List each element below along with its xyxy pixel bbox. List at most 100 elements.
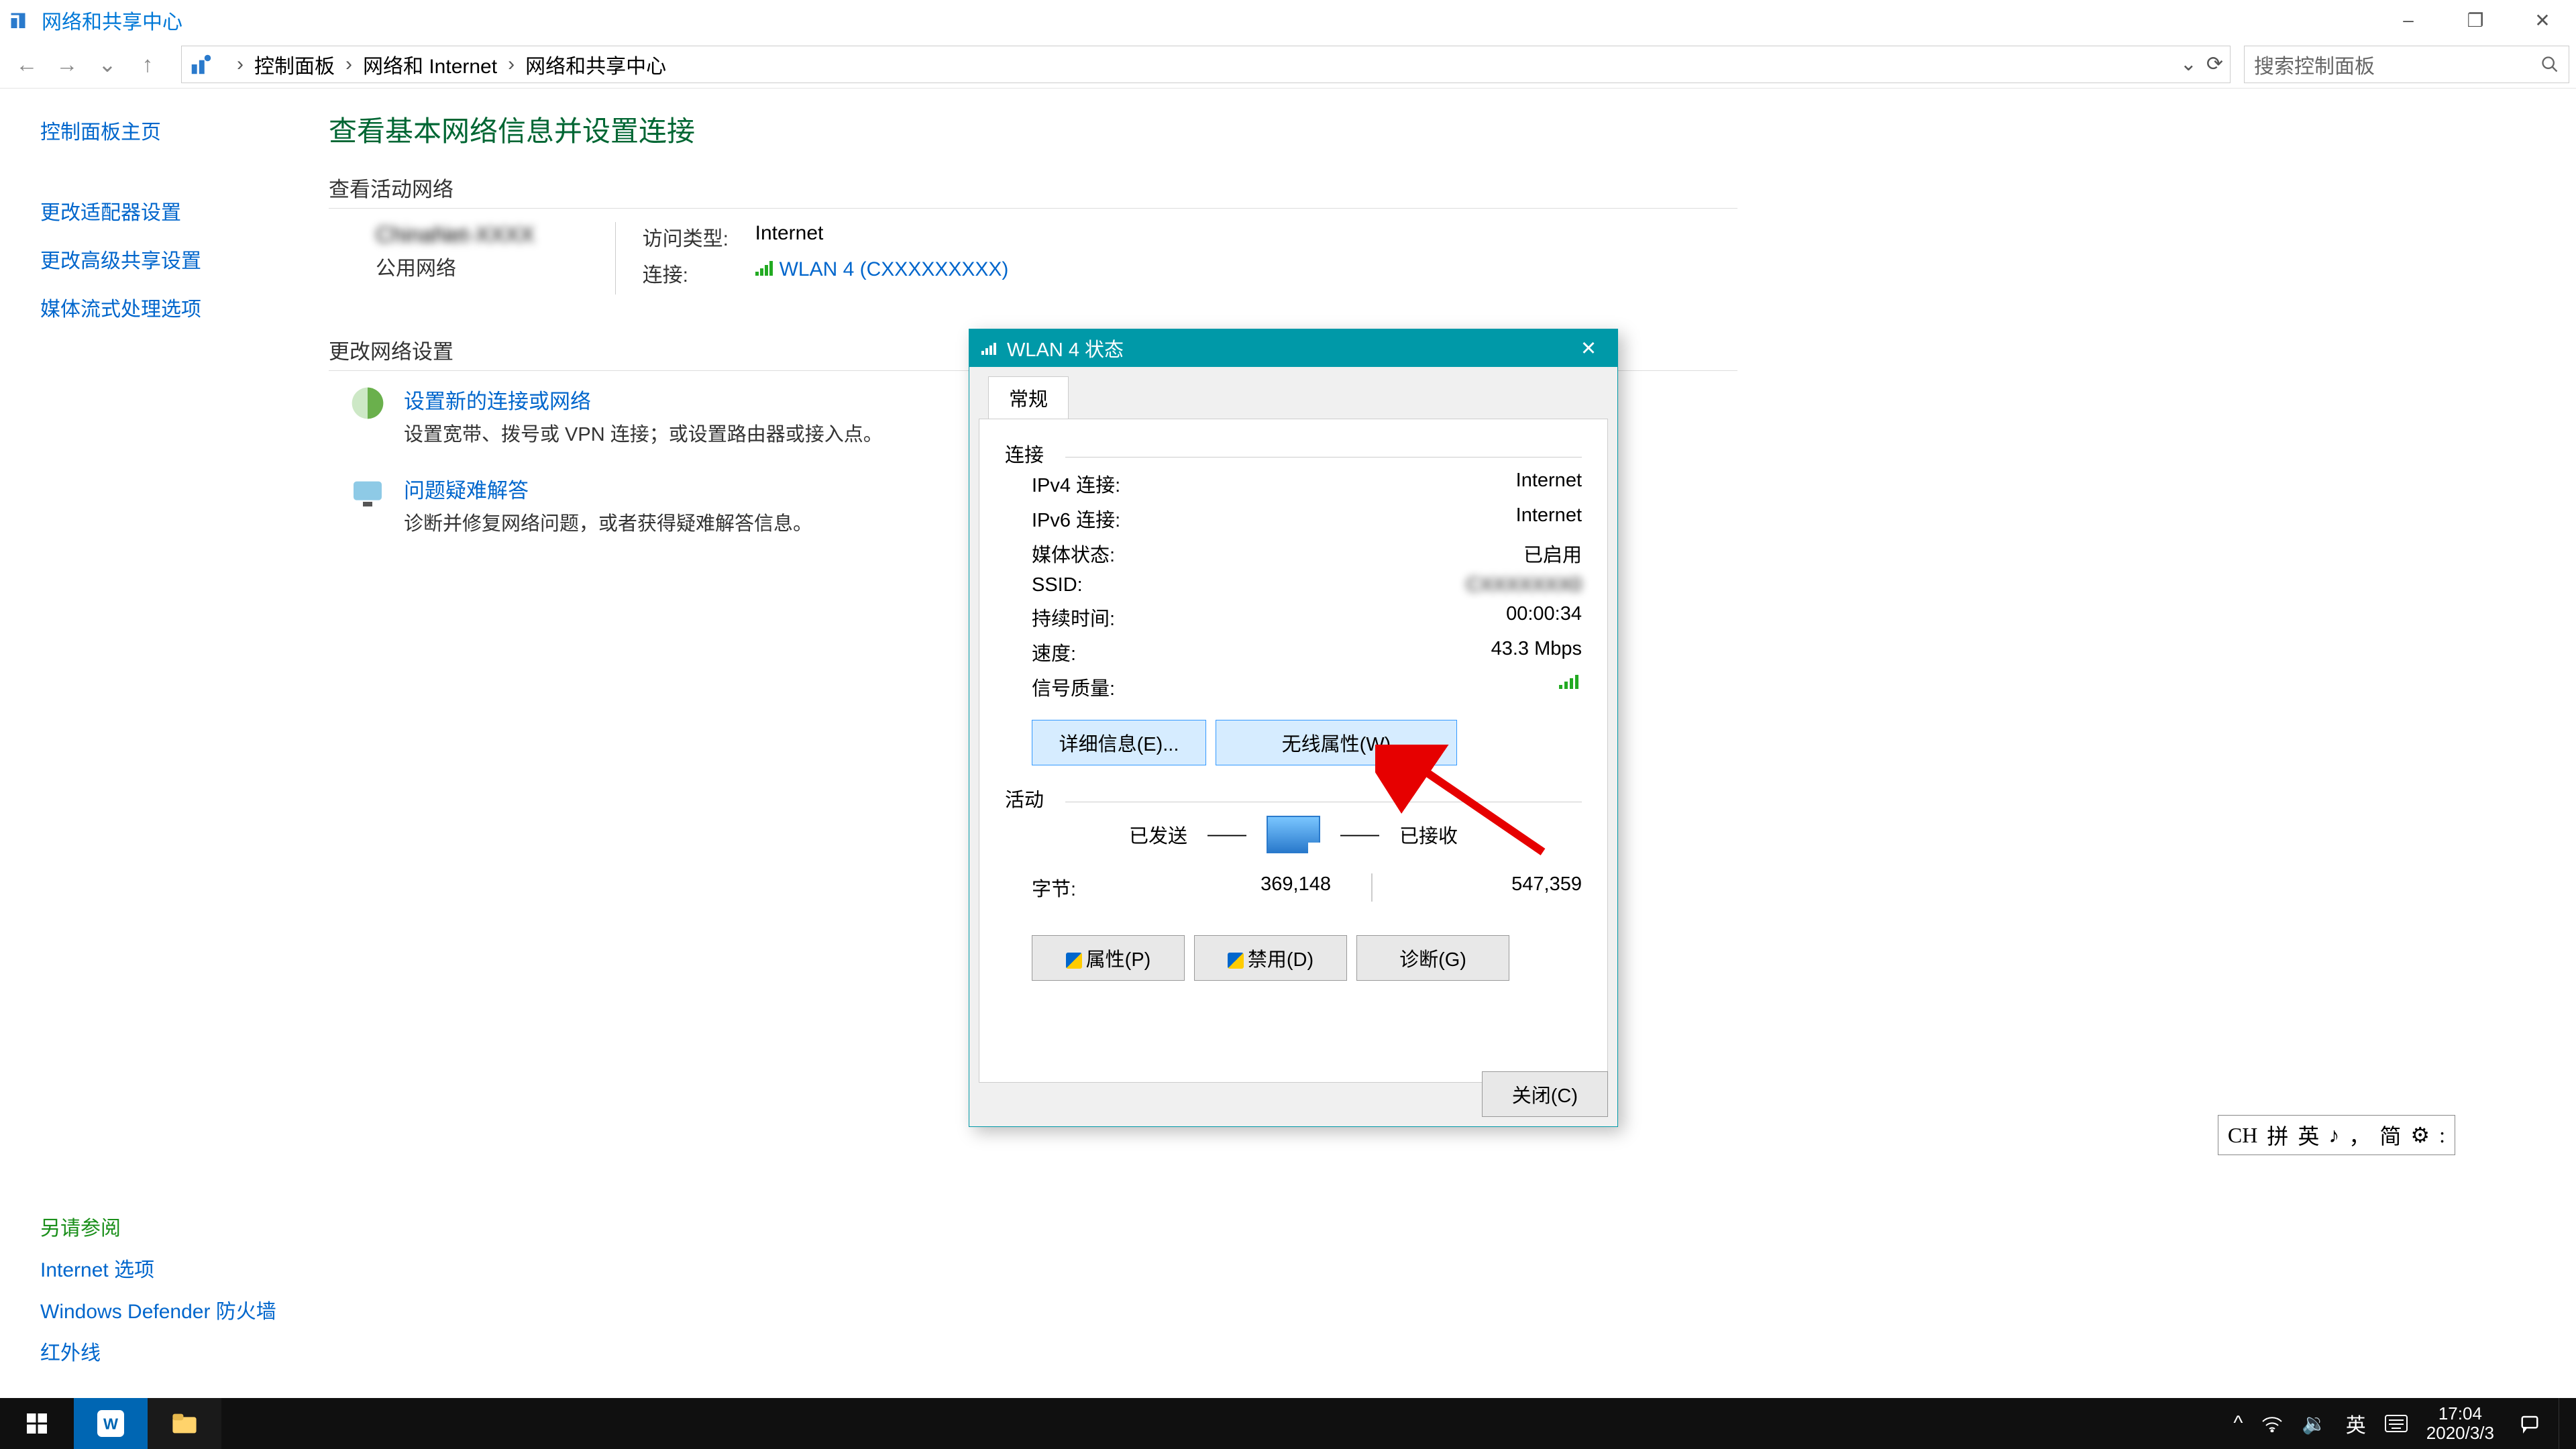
bytes-sent-value: 369,148 bbox=[1162, 873, 1331, 902]
bytes-recv-value: 547,359 bbox=[1413, 873, 1582, 902]
taskbar-clock[interactable]: 17:04 2020/3/3 bbox=[2426, 1404, 2494, 1442]
wireless-properties-button[interactable]: 无线属性(W) bbox=[1216, 720, 1457, 765]
breadcrumb-network-sharing[interactable]: 网络和共享中心 bbox=[525, 50, 666, 79]
connection-link[interactable]: WLAN 4 (CXXXXXXXXX) bbox=[780, 258, 1009, 280]
access-type-label: 访问类型: bbox=[643, 222, 737, 252]
dialog-titlebar[interactable]: WLAN 4 状态 ✕ bbox=[969, 329, 1617, 367]
tray-volume-icon[interactable]: 🔉 bbox=[2302, 1412, 2326, 1436]
wlan-status-dialog: WLAN 4 状态 ✕ 常规 连接 IPv4 连接: Internet IPv6 … bbox=[969, 329, 1618, 1127]
network-type: 公用网络 bbox=[376, 252, 535, 281]
sidebar-item-adapter-settings[interactable]: 更改适配器设置 bbox=[40, 196, 288, 225]
activity-group-label: 活动 bbox=[1005, 784, 1582, 812]
ime-item[interactable]: CH bbox=[2228, 1123, 2257, 1148]
close-button[interactable]: ✕ bbox=[2509, 0, 2576, 40]
ime-item[interactable]: 拼 bbox=[2267, 1120, 2288, 1150]
ime-item[interactable]: ， bbox=[2349, 1120, 2370, 1150]
window-title: 网络和共享中心 bbox=[42, 5, 182, 35]
sent-label: 已发送 bbox=[1129, 820, 1187, 849]
connection-label: 连接: bbox=[643, 258, 737, 288]
clock-time: 17:04 bbox=[2426, 1404, 2494, 1424]
start-button[interactable] bbox=[0, 1398, 74, 1449]
access-type-value: Internet bbox=[755, 222, 824, 252]
page-title: 查看基本网络信息并设置连接 bbox=[329, 109, 2536, 150]
sidebar-item-media-streaming[interactable]: 媒体流式处理选项 bbox=[40, 292, 288, 322]
search-placeholder: 搜索控制面板 bbox=[2254, 50, 2375, 79]
chevron-right-icon: › bbox=[508, 53, 515, 76]
connection-group-label: 连接 bbox=[1005, 439, 1582, 468]
tray-wifi-icon[interactable] bbox=[2261, 1415, 2283, 1432]
taskbar: W ^ 🔉 英 17:04 2020/3/3 bbox=[0, 1398, 2576, 1449]
tab-general[interactable]: 常规 bbox=[988, 376, 1069, 419]
chevron-right-icon: › bbox=[345, 53, 352, 76]
see-also-label: 另请参阅 bbox=[40, 1212, 288, 1241]
signal-quality-label: 信号质量: bbox=[1032, 673, 1233, 701]
see-also-infrared[interactable]: 红外线 bbox=[40, 1336, 288, 1366]
show-desktop-button[interactable] bbox=[2559, 1398, 2569, 1449]
signal-quality-icon bbox=[1559, 673, 1582, 701]
new-connection-icon bbox=[349, 384, 386, 422]
maximize-button[interactable]: ❐ bbox=[2442, 0, 2509, 40]
disable-button[interactable]: 禁用(D) bbox=[1194, 935, 1347, 981]
search-icon bbox=[2540, 55, 2559, 74]
recent-locations-dropdown[interactable]: ⌄ bbox=[87, 44, 127, 85]
ime-toolbar[interactable]: CH 拼 英 ♪ ， 简 ⚙ : bbox=[2218, 1115, 2455, 1155]
address-dropdown-icon[interactable]: ⌄ bbox=[2180, 52, 2197, 76]
duration-value: 00:00:34 bbox=[1506, 603, 1582, 631]
troubleshoot-link[interactable]: 问题疑难解答 bbox=[404, 479, 529, 502]
active-networks-label: 查看活动网络 bbox=[329, 172, 1737, 209]
wifi-signal-icon bbox=[981, 341, 999, 355]
ipv4-label: IPv4 连接: bbox=[1032, 470, 1233, 498]
sidebar: 控制面板主页 更改适配器设置 更改高级共享设置 媒体流式处理选项 另请参阅 In… bbox=[0, 89, 288, 1398]
close-dialog-button[interactable]: 关闭(C) bbox=[1482, 1071, 1608, 1117]
clock-date: 2020/3/3 bbox=[2426, 1424, 2494, 1443]
wifi-signal-icon bbox=[755, 261, 775, 276]
taskbar-app-wps[interactable]: W bbox=[74, 1398, 148, 1449]
tray-overflow-icon[interactable]: ^ bbox=[2233, 1412, 2243, 1435]
minimize-button[interactable]: – bbox=[2375, 0, 2442, 40]
bytes-label: 字节: bbox=[1032, 873, 1162, 902]
ime-item[interactable]: 英 bbox=[2298, 1120, 2319, 1150]
notification-icon[interactable] bbox=[2520, 1413, 2540, 1434]
back-button[interactable]: ← bbox=[7, 44, 47, 85]
app-icon bbox=[7, 7, 34, 34]
ime-item[interactable]: : bbox=[2439, 1123, 2445, 1148]
ime-item[interactable]: 简 bbox=[2379, 1120, 2401, 1150]
address-bar[interactable]: › 控制面板 › 网络和 Internet › 网络和共享中心 ⌄ ⟳ bbox=[181, 46, 2231, 83]
ipv4-value: Internet bbox=[1516, 470, 1582, 498]
properties-button[interactable]: 属性(P) bbox=[1032, 935, 1185, 981]
shield-icon bbox=[1228, 953, 1244, 969]
speed-value: 43.3 Mbps bbox=[1491, 638, 1582, 666]
troubleshoot-desc: 诊断并修复网络问题，或者获得疑难解答信息。 bbox=[404, 508, 812, 536]
sidebar-home[interactable]: 控制面板主页 bbox=[40, 115, 288, 145]
ime-gear-icon[interactable]: ⚙ bbox=[2410, 1122, 2430, 1148]
dialog-close-button[interactable]: ✕ bbox=[1572, 337, 1605, 360]
details-button[interactable]: 详细信息(E)... bbox=[1032, 720, 1206, 765]
media-state-value: 已启用 bbox=[1523, 539, 1582, 568]
sidebar-item-advanced-sharing[interactable]: 更改高级共享设置 bbox=[40, 244, 288, 274]
tray-keyboard-icon[interactable] bbox=[2385, 1415, 2408, 1432]
diagnose-button[interactable]: 诊断(G) bbox=[1356, 935, 1509, 981]
setup-new-connection-link[interactable]: 设置新的连接或网络 bbox=[404, 390, 591, 413]
ime-item[interactable]: ♪ bbox=[2328, 1123, 2339, 1148]
control-panel-icon bbox=[189, 52, 214, 77]
tray-ime-icon[interactable]: 英 bbox=[2346, 1409, 2366, 1438]
up-button[interactable]: ↑ bbox=[127, 44, 168, 85]
refresh-icon[interactable]: ⟳ bbox=[2206, 52, 2223, 76]
window-titlebar: 网络和共享中心 – ❐ ✕ bbox=[0, 0, 2576, 40]
taskbar-app-explorer[interactable] bbox=[148, 1398, 221, 1449]
toolbar: ← → ⌄ ↑ › 控制面板 › 网络和 Internet › 网络和共享中心 … bbox=[0, 40, 2576, 89]
ipv6-label: IPv6 连接: bbox=[1032, 504, 1233, 533]
speed-label: 速度: bbox=[1032, 638, 1233, 666]
media-state-label: 媒体状态: bbox=[1032, 539, 1233, 568]
duration-label: 持续时间: bbox=[1032, 603, 1233, 631]
see-also-internet-options[interactable]: Internet 选项 bbox=[40, 1253, 288, 1283]
breadcrumb-control-panel[interactable]: 控制面板 bbox=[254, 50, 335, 79]
ssid-label: SSID: bbox=[1032, 574, 1233, 596]
activity-monitor-icon bbox=[1267, 816, 1320, 853]
see-also-section: 另请参阅 Internet 选项 Windows Defender 防火墙 红外… bbox=[40, 1212, 288, 1378]
breadcrumb-network-internet[interactable]: 网络和 Internet bbox=[363, 50, 497, 79]
see-also-defender-firewall[interactable]: Windows Defender 防火墙 bbox=[40, 1295, 288, 1324]
search-input[interactable]: 搜索控制面板 bbox=[2244, 46, 2569, 83]
setup-new-connection-desc: 设置宽带、拨号或 VPN 连接；或设置路由器或接入点。 bbox=[404, 419, 883, 447]
forward-button[interactable]: → bbox=[47, 44, 87, 85]
